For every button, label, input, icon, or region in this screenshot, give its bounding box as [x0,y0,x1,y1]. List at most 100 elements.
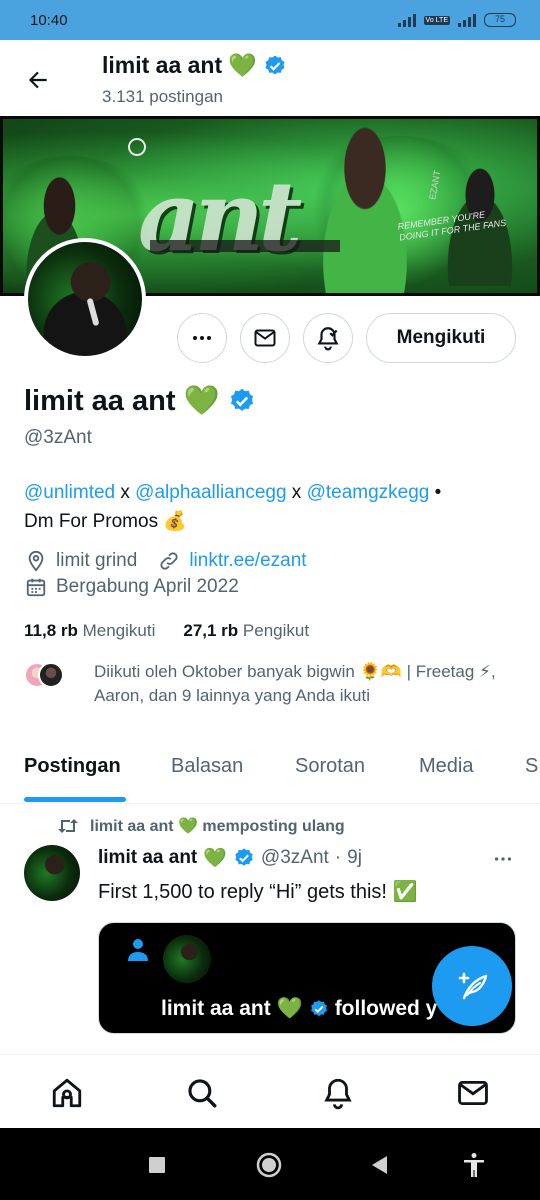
more-horizontal-icon [494,857,512,861]
verified-badge-icon [265,55,285,74]
bell-check-icon [317,327,339,351]
verified-badge-icon [310,1000,327,1017]
post-author-name[interactable]: limit aa ant [98,847,197,869]
profile-location: limit grind [56,550,138,571]
post-count: 3.131 postingan [102,87,223,106]
more-options-button[interactable] [177,313,227,363]
tab-posts[interactable]: Postingan [24,755,121,778]
following-stat[interactable]: 11,8 rb Mengikuti [24,621,155,641]
media-caption-name: limit aa ant 💚 [161,997,303,1020]
battery-icon: 75 [484,13,516,27]
circle-icon [256,1152,282,1178]
tab-media[interactable]: Media [419,755,473,778]
mail-icon [458,1080,488,1106]
profile-stats: 11,8 rb Mengikuti 27,1 rb Pengikut [24,621,309,641]
recent-apps-button[interactable] [142,1150,172,1180]
back-button[interactable] [20,62,56,98]
followed-by-text: Diikuti oleh Oktober banyak bigwin 🌻🫶 | … [94,662,496,705]
profile-handle: @3zAnt [24,427,92,448]
search-icon [188,1079,217,1108]
header-name: limit aa ant [102,52,223,78]
profile-joined-row: Bergabung April 2022 [24,575,239,599]
media-caption: limit aa ant 💚 followed y [161,997,437,1021]
tab-replies[interactable]: Balasan [171,755,243,778]
status-bar: 10:40 Vo LTE 75 [0,0,540,40]
post-author-handle: @3zAnt [260,847,329,868]
bio-separator: x [115,482,136,503]
verified-badge-icon[interactable] [228,387,256,415]
profile-tabs: Postingan Balasan Sorotan Media S [0,740,540,804]
status-icons: Vo LTE 75 [397,13,516,27]
mention-link-unlimted[interactable]: @unlimted [24,482,115,503]
signal-icon [397,13,416,27]
compose-post-button[interactable] [432,946,512,1026]
post-header: limit aa ant 💚 @3zAnt · 9j [98,846,362,870]
profile-header: limit aa ant 💚 3.131 postingan [0,40,540,116]
mail-icon [254,329,276,347]
calendar-icon [24,575,48,599]
profile-joined-date: Bergabung April 2022 [56,576,239,597]
media-avatar [163,935,211,983]
following-label: Mengikuti [82,621,156,640]
nav-search[interactable] [182,1073,222,1113]
repost-icon [58,819,78,833]
signal-icon-2 [458,13,476,27]
square-icon [149,1157,165,1173]
more-horizontal-icon [193,336,211,340]
nav-messages[interactable] [453,1073,493,1113]
compose-post-icon [458,972,488,1000]
followers-stat[interactable]: 27,1 rb Pengikut [183,621,309,641]
repost-label: limit aa ant 💚 memposting ulang [90,818,345,835]
repost-context[interactable]: limit aa ant 💚 memposting ulang [56,816,345,836]
person-icon [128,939,148,961]
profile-avatar[interactable] [24,238,146,360]
location-pin-icon [24,549,48,573]
followers-label: Pengikut [242,621,310,640]
following-button[interactable]: Mengikuti [366,313,516,363]
active-tab-indicator [24,797,126,802]
following-count: 11,8 rb [24,621,78,640]
accessibility-icon [464,1153,484,1177]
tab-more[interactable]: S [525,755,538,778]
message-button[interactable] [240,313,290,363]
profile-bio: @unlimted x @alphaalliancegg x @teamgzke… [24,478,524,536]
nav-home[interactable] [47,1073,87,1113]
volte-label: Vo LTE [423,15,450,25]
profile-display-name: limit aa ant [24,384,176,417]
green-heart-emoji: 💚 [183,385,220,417]
profile-website-link[interactable]: linktr.ee/ezant [189,550,306,572]
arrow-left-icon [28,71,47,89]
mention-link-teamgzkegg[interactable]: @teamgzkegg [307,482,430,503]
home-icon [52,1078,82,1108]
mutual-followers-avatars [24,662,72,690]
green-heart-emoji: 💚 [228,52,257,78]
status-time: 10:40 [30,12,68,29]
bio-line-2: Dm For Promos 💰 [24,511,188,532]
followers-you-know[interactable]: Diikuti oleh Oktober banyak bigwin 🌻🫶 | … [24,660,524,708]
mention-link-alphaalliancegg[interactable]: @alphaalliancegg [135,482,286,503]
profile-name: limit aa ant 💚 [24,384,256,418]
nav-notifications[interactable] [318,1073,358,1113]
back-system-button[interactable] [364,1150,394,1180]
bio-separator: • [429,482,442,503]
green-heart-emoji: 💚 [203,848,227,869]
bio-separator: x [286,482,307,503]
post-author-avatar[interactable] [24,845,80,901]
post-dot: · [334,847,342,868]
tab-highlights[interactable]: Sorotan [295,755,365,778]
link-icon [157,549,181,573]
accessibility-button[interactable] [459,1150,489,1180]
post-time: 9j [347,847,362,868]
media-caption-suffix: followed y [334,997,438,1020]
bell-icon [324,1078,352,1110]
header-title: limit aa ant 💚 [102,52,287,79]
system-navigation-bar [0,1128,540,1200]
profile-meta-row: limit grind linktr.ee/ezant [24,549,307,573]
post-more-button[interactable] [486,845,520,873]
home-system-button[interactable] [254,1150,284,1180]
triangle-back-icon [372,1156,387,1174]
followers-count: 27,1 rb [183,621,239,640]
notifications-toggle-button[interactable] [303,313,353,363]
post-text: First 1,500 to reply “Hi” gets this! ✅ [98,881,418,903]
bottom-navigation [0,1054,540,1128]
